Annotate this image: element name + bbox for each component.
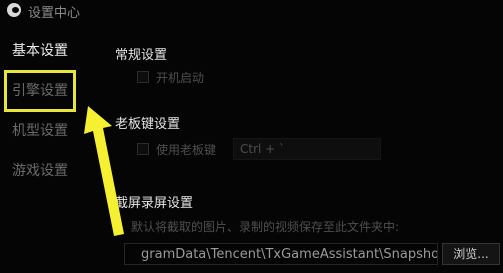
annotation-arrow-icon	[84, 106, 124, 236]
